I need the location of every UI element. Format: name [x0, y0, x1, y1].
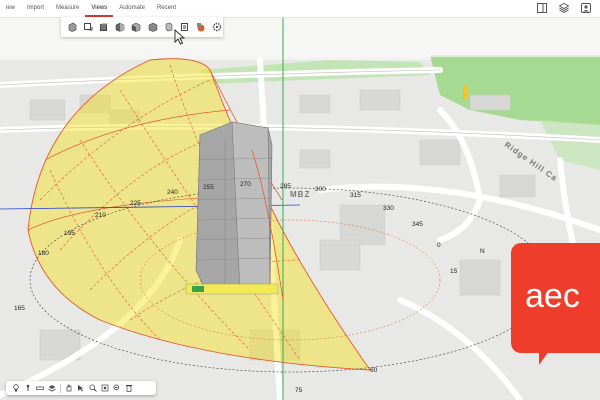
menu-automate[interactable]: Automate	[113, 0, 151, 17]
compass-label-345: 345	[412, 221, 423, 228]
zoom-fit-icon[interactable]	[101, 384, 109, 392]
select-icon[interactable]	[77, 384, 85, 392]
settings-icon[interactable]	[211, 21, 223, 34]
menu-view[interactable]: iew	[0, 0, 21, 17]
top-view-icon[interactable]	[82, 21, 94, 34]
hand-icon[interactable]	[65, 384, 73, 392]
menu-import[interactable]: Import	[21, 0, 50, 17]
bottom-view-icon[interactable]	[163, 21, 175, 34]
compass-label-15: 15	[450, 268, 458, 275]
zoom-in-icon[interactable]	[89, 384, 97, 392]
layers-icon[interactable]	[558, 2, 570, 14]
menu-measure[interactable]: Measure	[50, 0, 85, 17]
compass-label-0: 0	[437, 242, 441, 249]
compass-label-210: 210	[95, 212, 106, 219]
speech-tail	[539, 351, 549, 365]
compass-label-180: 180	[38, 250, 49, 257]
mouse-cursor-icon	[174, 29, 186, 45]
compass-label-330: 330	[383, 205, 394, 212]
compass-label-60: 60	[370, 367, 378, 374]
aec-logo-badge: aec	[511, 243, 600, 365]
bulb-icon[interactable]	[12, 384, 20, 392]
top-menu-bar: iew Import Measure Views Automate Recent	[0, 0, 600, 18]
user-icon[interactable]	[580, 2, 592, 14]
viewport-3d[interactable]	[0, 0, 600, 400]
compass-label-75: 75	[295, 387, 303, 394]
zoom-out-icon[interactable]	[113, 384, 121, 392]
road-marker: MBZ	[290, 190, 311, 199]
toolbar-divider	[60, 383, 61, 393]
compass-label-n: N	[480, 248, 485, 255]
compass-label-195: 195	[64, 230, 75, 237]
compass-label-300: 300	[315, 186, 326, 193]
panel-icon[interactable]	[536, 2, 548, 14]
right-view-icon[interactable]	[114, 21, 126, 34]
main-menu: iew Import Measure Views Automate Recent	[0, 0, 182, 17]
pin-icon[interactable]	[24, 384, 32, 392]
section-icon[interactable]	[195, 21, 207, 34]
aec-logo-text: aec	[525, 277, 580, 315]
compass-label-225: 225	[130, 200, 141, 207]
delete-icon[interactable]	[125, 384, 133, 392]
compass-label-255: 255	[203, 184, 214, 191]
left-view-icon[interactable]	[130, 21, 142, 34]
layers-icon[interactable]	[48, 384, 56, 392]
compass-label-315: 315	[350, 192, 361, 199]
compass-label-285: 285	[280, 183, 291, 190]
measure-icon[interactable]	[36, 384, 44, 392]
front-view-icon[interactable]	[98, 21, 110, 34]
menu-recent[interactable]: Recent	[151, 0, 182, 17]
compass-label-165: 165	[14, 305, 25, 312]
bottom-toolbar	[6, 381, 156, 395]
right-tools	[536, 2, 592, 14]
back-view-icon[interactable]	[146, 21, 158, 34]
iso-view-icon[interactable]	[66, 21, 78, 34]
compass-label-240: 240	[167, 189, 178, 196]
compass-label-270: 270	[240, 181, 251, 188]
views-toolbar	[61, 17, 223, 37]
menu-views[interactable]: Views	[85, 0, 114, 17]
